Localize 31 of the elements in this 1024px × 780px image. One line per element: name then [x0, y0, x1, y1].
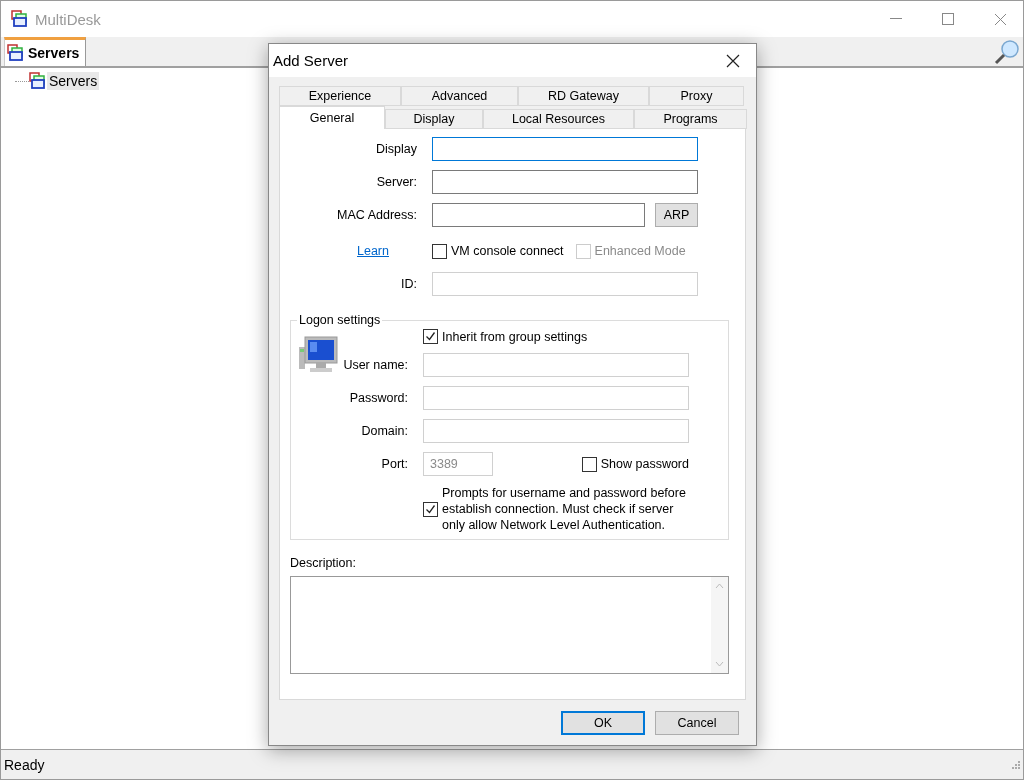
group-title: Logon settings — [298, 313, 382, 327]
field-label: ID: — [400, 277, 418, 291]
field-label: Port: — [380, 457, 409, 471]
field-label: Domain: — [360, 424, 409, 438]
window-title: MultiDesk — [35, 10, 102, 28]
tab[interactable]: Experience — [279, 86, 401, 106]
checkbox[interactable]: VM console connect — [432, 243, 564, 259]
status-text: Ready — [4, 756, 45, 773]
field-label: Password: — [348, 391, 409, 405]
dialog-button[interactable]: Cancel — [655, 711, 739, 735]
tab[interactable]: Proxy — [649, 86, 744, 106]
tab[interactable]: General — [279, 106, 385, 129]
tree-item[interactable]: Servers — [47, 72, 100, 90]
tab[interactable]: RD Gateway — [518, 86, 649, 106]
dialog-title: Add Server — [273, 52, 349, 69]
tab[interactable]: Display — [385, 109, 483, 129]
arp-button[interactable]: ARP — [655, 203, 698, 227]
tab[interactable]: Local Resources — [483, 109, 634, 129]
dialog-button[interactable]: OK — [561, 711, 645, 735]
field-label: Description: — [290, 556, 357, 570]
field-label: MAC Address: — [336, 208, 418, 222]
checkbox[interactable]: Prompts for username and password before establish connection. Must check if server only allow Network Level Authentication. — [423, 485, 692, 533]
field-label: User name: — [342, 358, 409, 372]
servers-tab[interactable]: Servers — [4, 37, 87, 66]
checkbox[interactable]: Inherit from group settings — [423, 329, 588, 344]
checkbox[interactable]: Show password — [581, 456, 689, 472]
field-label: Server: — [375, 175, 418, 189]
tab[interactable]: Advanced — [401, 86, 518, 106]
field-label: Display — [375, 142, 418, 156]
tab[interactable]: Programs — [634, 109, 747, 129]
learn-link[interactable]: Learn — [357, 244, 417, 258]
